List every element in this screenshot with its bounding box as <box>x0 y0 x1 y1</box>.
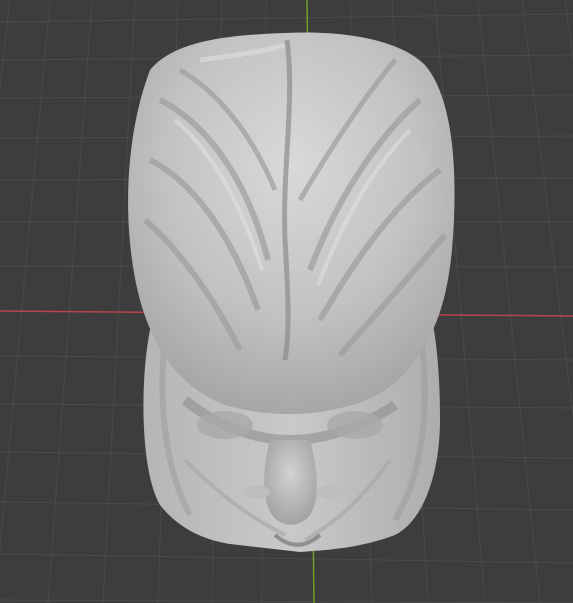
3d-viewport[interactable] <box>0 0 573 603</box>
right-nostril-flare <box>316 485 344 499</box>
left-eye-socket <box>197 411 253 439</box>
left-nostril-flare <box>242 485 270 499</box>
sculpt-model[interactable] <box>128 32 455 552</box>
viewport-canvas[interactable] <box>0 0 573 603</box>
nose <box>264 440 317 525</box>
right-eye-socket <box>327 411 383 439</box>
